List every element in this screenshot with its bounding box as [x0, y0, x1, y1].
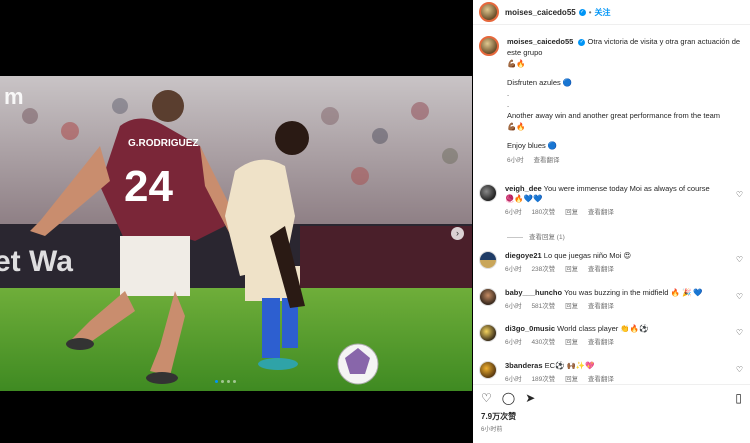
comment-text: Lo que juegas niño Moi 😍 — [543, 251, 632, 260]
comment-username[interactable]: veigh_dee — [505, 184, 542, 193]
follow-button[interactable]: 关注 — [595, 7, 611, 18]
timestamp: 6小时 — [505, 266, 522, 273]
heart-icon[interactable]: ♡ — [736, 328, 743, 337]
verified-icon: ✓ — [578, 38, 586, 46]
heart-icon[interactable]: ♡ — [736, 190, 743, 199]
post-footer: ♡ ◯ ➤ ▯ 7.9万次赞 6小时前 — [473, 384, 750, 439]
comment-username[interactable]: baby___huncho — [505, 288, 562, 297]
caption-dot: . — [507, 100, 510, 109]
timestamp: 6小时 — [505, 376, 522, 383]
see-translation-link[interactable]: 查看翻译 — [588, 339, 614, 346]
see-translation-link[interactable]: 查看翻译 — [588, 303, 614, 310]
comment-username[interactable]: diegoye21 — [505, 251, 542, 260]
reply-button[interactable]: 回复 — [565, 339, 578, 346]
post-time: 6小时前 — [481, 427, 503, 433]
post-header: moises_caicedo55 ✓ • 关注 — [473, 0, 750, 25]
comment-likes[interactable]: 238次赞 — [531, 266, 555, 273]
post-likes-count[interactable]: 7.9万次赞 — [481, 411, 742, 422]
reply-button[interactable]: 回复 — [565, 209, 578, 216]
avatar[interactable] — [479, 36, 499, 56]
caption-text: Disfruten azules 🔵 — [507, 78, 573, 87]
caption-username[interactable]: moises_caicedo55 — [507, 37, 573, 46]
caption-dot: . — [507, 89, 510, 98]
avatar[interactable] — [479, 361, 497, 379]
avatar[interactable] — [479, 2, 499, 22]
see-translation-link[interactable]: 查看翻译 — [533, 157, 559, 164]
verified-icon: ✓ — [578, 8, 586, 16]
ad-board-text: et Wa — [0, 245, 73, 278]
save-icon[interactable]: ▯ — [735, 391, 742, 405]
caption-text: Enjoy blues 🔵 — [507, 141, 558, 150]
reply-button[interactable]: 回复 — [565, 303, 578, 310]
reply-button[interactable]: 回复 — [565, 376, 578, 383]
comment-text: World class player 👏🔥⚽ — [557, 324, 649, 333]
comment-likes[interactable]: 430次赞 — [531, 339, 555, 346]
like-heart-icon[interactable]: ♡ — [481, 391, 492, 405]
timestamp: 6小时 — [507, 157, 524, 164]
heart-icon[interactable]: ♡ — [736, 292, 743, 301]
heart-icon[interactable]: ♡ — [736, 365, 743, 374]
caption-text: Another away win and another great perfo… — [507, 111, 721, 120]
timestamp: 6小时 — [505, 303, 522, 310]
shirt-number: 24 — [124, 162, 173, 211]
caption-emoji: 💪🏾🔥 — [507, 122, 526, 131]
comments-scroll[interactable]: moises_caicedo55 ✓ Otra victoria de visi… — [473, 26, 750, 384]
timestamp: 6小时 — [505, 209, 522, 216]
post-caption: moises_caicedo55 ✓ Otra victoria de visi… — [473, 26, 750, 166]
football-scene: et Wa G.RODRIGUEZ 24 — [0, 76, 472, 391]
avatar[interactable] — [479, 251, 497, 269]
post-photo[interactable]: et Wa G.RODRIGUEZ 24 — [0, 76, 472, 391]
comment-username[interactable]: di3go_0music — [505, 324, 555, 333]
share-icon[interactable]: ➤ — [525, 391, 535, 405]
see-translation-link[interactable]: 查看翻译 — [588, 376, 614, 383]
comment-item: baby___huncho You was buzzing in the mid… — [473, 288, 750, 312]
see-translation-link[interactable]: 查看翻译 — [588, 266, 614, 273]
timestamp: 6小时 — [505, 339, 522, 346]
reply-button[interactable]: 回复 — [565, 266, 578, 273]
view-replies-link[interactable]: 查看回复 (1) — [507, 231, 565, 241]
comment-item: diegoye21 Lo que juegas niño Moi 😍 6小时 2… — [473, 251, 750, 275]
avatar[interactable] — [479, 288, 497, 306]
username-link[interactable]: moises_caicedo55 — [505, 8, 576, 17]
carousel-dots — [215, 380, 236, 383]
comment-likes[interactable]: 581次赞 — [531, 303, 555, 310]
comments-panel: moises_caicedo55 ✓ • 关注 moises_caicedo55… — [473, 0, 750, 443]
comment-likes[interactable]: 180次赞 — [531, 209, 555, 216]
see-translation-link[interactable]: 查看翻译 — [588, 209, 614, 216]
comment-text: EC⚽ 🙌🏾✨💖 — [544, 361, 595, 370]
post-media: et Wa G.RODRIGUEZ 24 m › — [0, 0, 472, 443]
avatar[interactable] — [479, 184, 497, 202]
comment-icon[interactable]: ◯ — [502, 391, 515, 405]
comment-item: di3go_0music World class player 👏🔥⚽ 6小时 … — [473, 324, 750, 348]
caption-emoji: 💪🏾🔥 — [507, 59, 526, 68]
comment-text: You were immense today Moi as always of … — [543, 184, 710, 193]
next-arrow-icon[interactable]: › — [451, 227, 464, 240]
shirt-name: G.RODRIGUEZ — [128, 138, 199, 149]
comment-username[interactable]: 3banderas — [505, 361, 543, 370]
comment-emoji: 🧶🔥💙💙 — [505, 194, 543, 203]
comment-text: You was buzzing in the midfield 🔥 🎉 💙 — [564, 288, 703, 297]
heart-icon[interactable]: ♡ — [736, 255, 743, 264]
action-bar: ♡ ◯ ➤ ▯ — [481, 391, 742, 405]
comment-likes[interactable]: 189次赞 — [531, 376, 555, 383]
comment-item: veigh_dee You were immense today Moi as … — [473, 184, 750, 218]
avatar[interactable] — [479, 324, 497, 342]
channel-watermark: m — [4, 84, 24, 109]
comment-item: 3banderas EC⚽ 🙌🏾✨💖 6小时 189次赞 回复 查看翻译 — [473, 361, 750, 384]
